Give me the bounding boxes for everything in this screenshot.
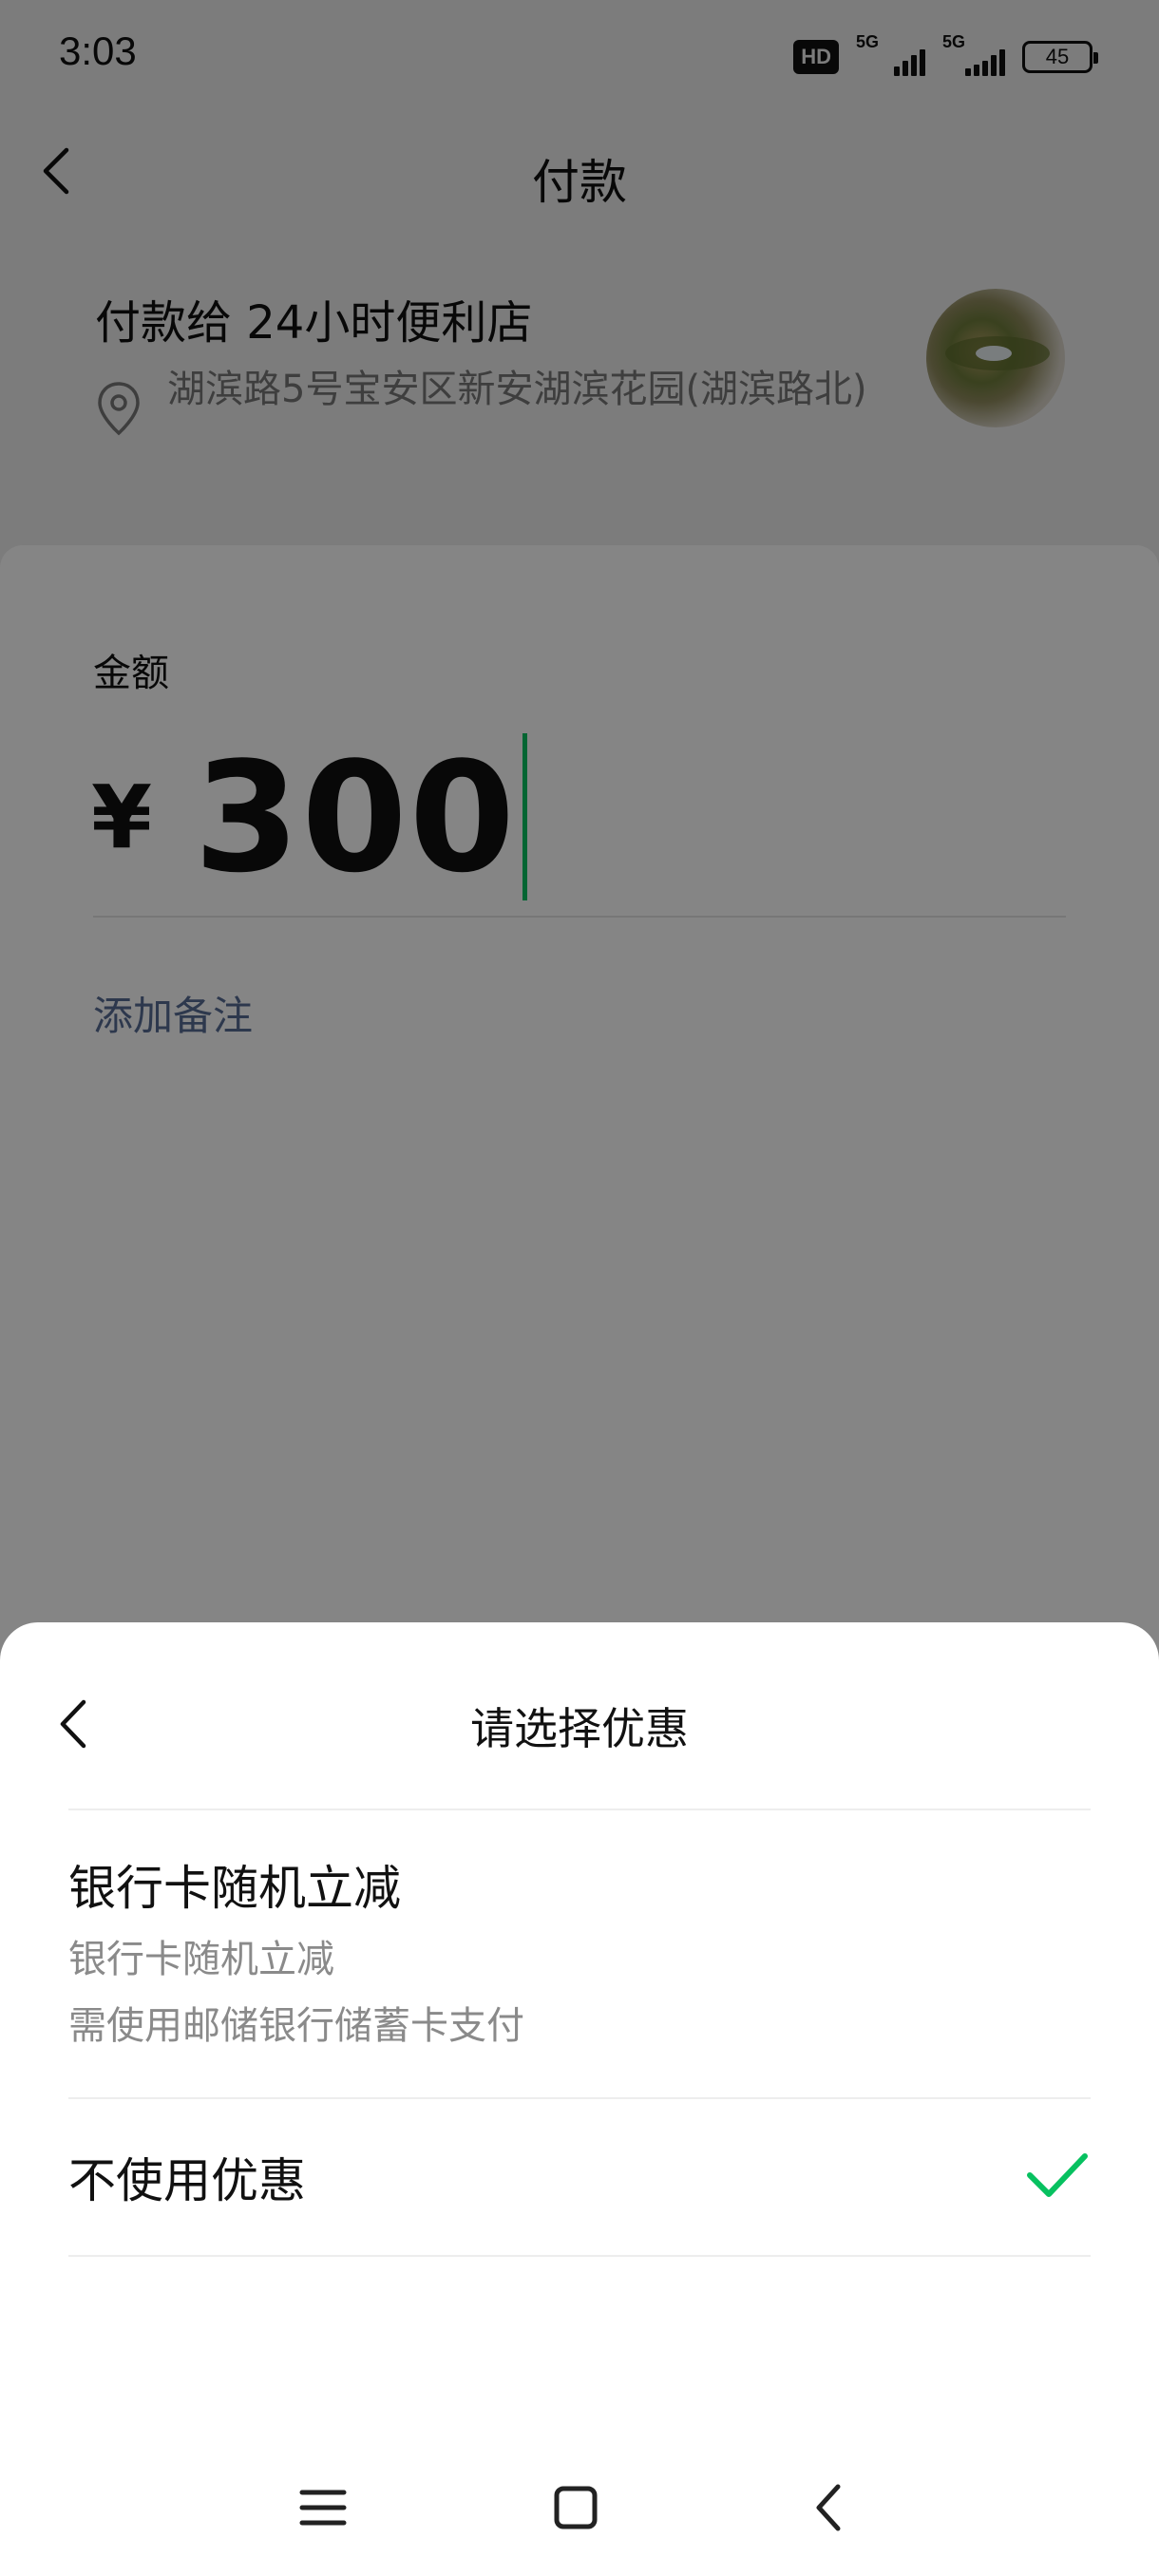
option-no-discount[interactable]: 不使用优惠 — [68, 2143, 1091, 2257]
option-subtitle-2: 需使用邮储银行储蓄卡支付 — [68, 2004, 524, 2048]
checkmark-icon — [1027, 2153, 1088, 2197]
divider — [68, 1809, 1091, 1810]
option-title: 不使用优惠 — [68, 2153, 306, 2208]
home-icon[interactable] — [538, 2470, 614, 2546]
system-back-icon[interactable] — [790, 2470, 866, 2546]
divider — [68, 2255, 1091, 2257]
discount-sheet: 请选择优惠 银行卡随机立减 银行卡随机立减 需使用邮储银行储蓄卡支付 不使用优惠 — [0, 1622, 1159, 2576]
system-nav-bar — [0, 2451, 1159, 2565]
sheet-title: 请选择优惠 — [470, 1703, 689, 1754]
menu-icon[interactable] — [285, 2470, 361, 2546]
divider — [68, 2097, 1091, 2099]
option-title: 银行卡随机立减 — [68, 1861, 401, 1916]
option-subtitle: 银行卡随机立减 — [68, 1938, 334, 1981]
option-bank-card-discount[interactable]: 银行卡随机立减 银行卡随机立减 需使用邮储银行储蓄卡支付 — [68, 1850, 1091, 2135]
